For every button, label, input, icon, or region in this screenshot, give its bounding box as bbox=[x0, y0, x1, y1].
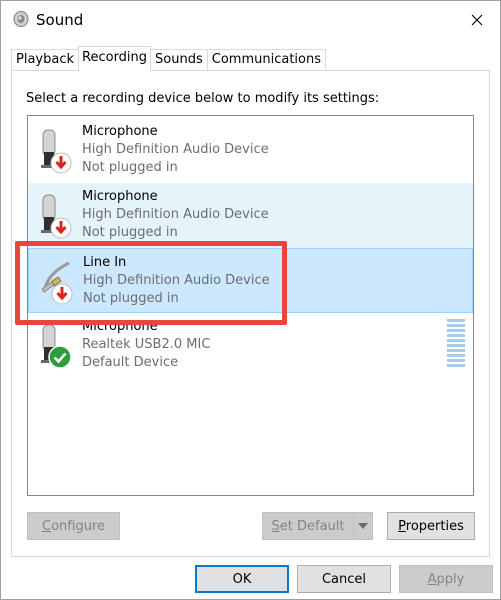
title-bar: Sound bbox=[1, 1, 500, 39]
speaker-icon bbox=[13, 11, 29, 27]
unplugged-badge-icon bbox=[50, 217, 72, 239]
recording-tab-panel: Select a recording device below to modif… bbox=[11, 70, 490, 557]
tab-strip: Playback Recording Sounds Communications bbox=[11, 46, 327, 71]
window-title: Sound bbox=[36, 11, 84, 29]
device-status: Not plugged in bbox=[82, 160, 178, 175]
sound-dialog: Sound Playback Recording Sounds Communic… bbox=[0, 0, 501, 600]
device-item-microphone-usb[interactable]: Microphone Realtek USB2.0 MIC Default De… bbox=[28, 313, 473, 378]
configure-button-label: Configure bbox=[41, 518, 105, 534]
properties-button[interactable]: Properties bbox=[387, 512, 475, 540]
unplugged-badge-icon bbox=[51, 283, 73, 305]
set-default-dropdown[interactable] bbox=[353, 512, 373, 540]
default-check-badge-icon bbox=[48, 345, 72, 369]
level-meter bbox=[447, 319, 465, 371]
device-item-line-in[interactable]: Line In High Definition Audio Device Not… bbox=[28, 248, 473, 313]
cancel-button[interactable]: Cancel bbox=[297, 565, 391, 593]
device-name: Line In bbox=[83, 255, 127, 270]
ok-button-label: OK bbox=[232, 571, 252, 587]
chevron-down-icon bbox=[358, 523, 368, 529]
close-icon bbox=[471, 14, 483, 26]
device-status: Default Device bbox=[82, 355, 179, 370]
device-driver: Realtek USB2.0 MIC bbox=[82, 337, 211, 352]
tab-sounds[interactable]: Sounds bbox=[150, 49, 208, 71]
instruction-text: Select a recording device below to modif… bbox=[26, 91, 380, 106]
device-name: Microphone bbox=[82, 124, 158, 139]
cancel-button-label: Cancel bbox=[321, 571, 367, 587]
device-status: Not plugged in bbox=[82, 225, 178, 240]
device-name: Microphone bbox=[82, 189, 158, 204]
recording-device-list[interactable]: Microphone High Definition Audio Device … bbox=[27, 115, 474, 496]
device-item-microphone-1[interactable]: Microphone High Definition Audio Device … bbox=[28, 118, 473, 183]
apply-button[interactable]: Apply bbox=[399, 565, 493, 593]
device-status: Not plugged in bbox=[83, 291, 179, 306]
set-default-button[interactable]: Set Default bbox=[262, 512, 354, 540]
device-item-microphone-2[interactable]: Microphone High Definition Audio Device … bbox=[28, 183, 473, 248]
unplugged-badge-icon bbox=[50, 152, 72, 174]
ok-button[interactable]: OK bbox=[195, 565, 289, 593]
properties-button-label: Properties bbox=[398, 518, 464, 534]
configure-button[interactable]: Configure bbox=[27, 512, 120, 540]
device-driver: High Definition Audio Device bbox=[82, 142, 269, 157]
tab-playback[interactable]: Playback bbox=[11, 49, 80, 71]
apply-button-label: Apply bbox=[427, 571, 465, 587]
device-driver: High Definition Audio Device bbox=[83, 273, 270, 288]
device-name: Microphone bbox=[82, 319, 158, 334]
tab-recording[interactable]: Recording bbox=[78, 46, 152, 71]
close-button[interactable] bbox=[454, 1, 500, 39]
device-driver: High Definition Audio Device bbox=[82, 207, 269, 222]
set-default-button-label: Set Default bbox=[271, 518, 345, 534]
tab-communications[interactable]: Communications bbox=[206, 49, 327, 71]
